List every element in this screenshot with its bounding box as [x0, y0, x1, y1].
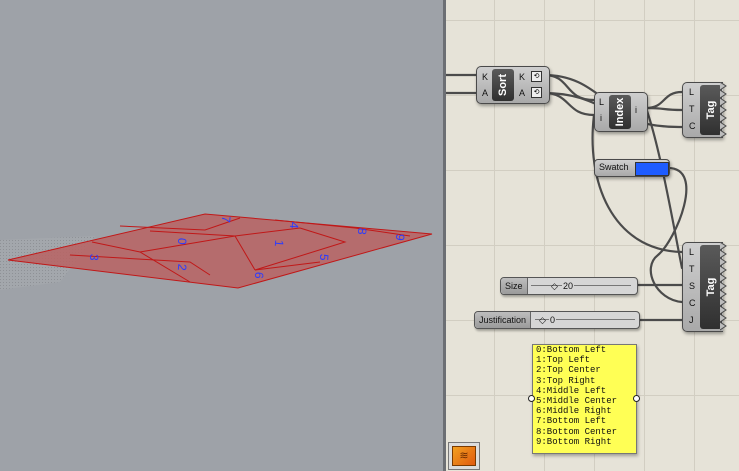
tag-bottom-input-s: S [689, 281, 696, 291]
sort-core: Sort [492, 69, 514, 101]
tag-top-input-l: L [689, 87, 695, 97]
panel-line: 2:Top Center [536, 365, 601, 376]
panel-line: 8:Bottom Center [536, 426, 618, 437]
size-slider-value: 20 [562, 278, 575, 294]
index-input-i: i [600, 113, 602, 123]
index-component[interactable]: L i Index i [594, 92, 648, 132]
tag-bottom-input-t: T [689, 264, 695, 274]
sort-input-k: K [482, 72, 489, 82]
tag-top-input-c: C [689, 121, 696, 131]
panel-line: 7:Bottom Left [536, 416, 607, 427]
index-input-l: L [599, 97, 605, 107]
size-slider-track[interactable] [531, 285, 631, 286]
tag-component-top[interactable]: L T C Tag [682, 82, 723, 138]
tag-bottom-title: Tag [705, 277, 717, 297]
tag-top-input-t: T [689, 104, 695, 114]
tag-bottom-input-j: J [689, 315, 694, 325]
viewport-scene: 0 1 2 3 4 5 6 7 8 9 [0, 213, 433, 290]
tag-top-title: Tag [705, 100, 717, 120]
planar-surface[interactable] [7, 213, 433, 289]
tag-component-bottom[interactable]: L T S C J Tag [682, 242, 723, 332]
graft-icon: ⟲ [531, 71, 542, 82]
index-output-i: i [635, 105, 637, 115]
sort-output-k: K [519, 72, 526, 82]
graft-icon: ⟲ [531, 87, 542, 98]
panel-line: 5:Middle Center [536, 396, 618, 407]
tag-bottom-input-c: C [689, 298, 696, 308]
zigzag-edge [720, 242, 727, 331]
canvas-widget-button[interactable]: ≋ [448, 442, 480, 470]
swatch-component[interactable]: Swatch [594, 159, 670, 177]
size-slider-label: Size [501, 278, 528, 294]
swatch-color[interactable] [635, 162, 669, 176]
text-panel[interactable]: 0:Bottom Left 1:Top Left 2:Top Center 3:… [532, 344, 637, 454]
justification-slider-knob[interactable]: ◇ [539, 312, 546, 328]
grasshopper-canvas[interactable]: K A Sort K A ⟲ ⟲ L i Index i L T C Tag L… [446, 0, 739, 471]
justification-slider-label: Justification [475, 312, 532, 328]
size-slider[interactable]: Size ◇ 20 [500, 277, 638, 295]
sort-component[interactable]: K A Sort K A ⟲ ⟲ [476, 66, 550, 104]
tag-bottom-input-l: L [689, 247, 695, 257]
index-title: Index [614, 97, 626, 127]
sort-output-a: A [519, 88, 526, 98]
panel-line: 9:Bottom Right [536, 436, 612, 447]
size-slider-knob[interactable]: ◇ [551, 278, 558, 294]
panel-line: 0:Bottom Left [536, 345, 607, 355]
panel-line: 6:Middle Right [536, 406, 612, 417]
panel-line: 1:Top Left [536, 355, 591, 366]
fire-icon: ≋ [452, 446, 476, 466]
rhino-viewport[interactable]: 0 1 2 3 4 5 6 7 8 9 [0, 0, 443, 471]
panel-line: 3:Top Right [536, 375, 596, 386]
panel-input-grip[interactable] [528, 395, 535, 402]
tag-bottom-core: Tag [700, 245, 722, 329]
sort-title: Sort [497, 74, 509, 96]
tag-top-core: Tag [700, 85, 722, 135]
justification-slider[interactable]: Justification ◇ 0 [474, 311, 640, 329]
panel-output-grip[interactable] [633, 395, 640, 402]
swatch-label: Swatch [599, 162, 629, 172]
panel-line: 4:Middle Left [536, 385, 607, 396]
sort-input-a: A [482, 88, 489, 98]
index-core: Index [609, 95, 631, 129]
zigzag-edge [720, 82, 727, 138]
justification-slider-value: 0 [549, 312, 557, 328]
